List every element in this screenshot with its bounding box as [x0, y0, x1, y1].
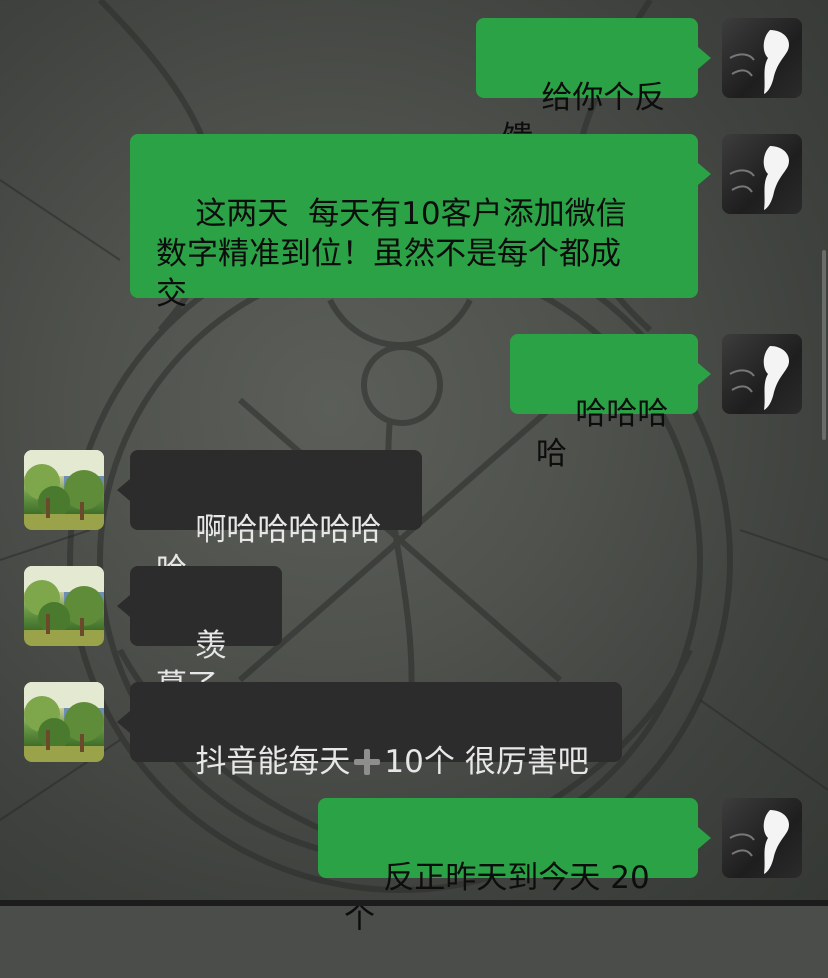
user-avatar-dark-icon [729, 810, 790, 874]
bottom-edge [0, 900, 828, 906]
message-bubble-outgoing[interactable]: 哈哈哈哈 [510, 334, 698, 472]
message-bubble-incoming[interactable]: 啊哈哈哈哈哈哈 [130, 450, 422, 588]
heavy-plus-sign-icon [354, 749, 381, 775]
self-avatar[interactable] [722, 798, 802, 878]
peer-avatar[interactable] [24, 566, 104, 646]
landscape-painting-avatar-icon [24, 566, 104, 646]
self-avatar[interactable] [722, 18, 802, 98]
bubble-tail [698, 827, 711, 849]
bubble-tail [698, 163, 711, 185]
peer-avatar[interactable] [24, 450, 104, 530]
message-bubble-incoming[interactable]: 羡慕了 [130, 566, 282, 704]
message-text-after-emoji: 10个 很厉害吧 [384, 744, 589, 780]
landscape-painting-avatar-icon [24, 450, 104, 530]
message-text: 这两天 每天有10客户添加微信 数字精准到位！虽然不是每个都成 交 [156, 196, 627, 312]
user-avatar-dark-icon [729, 146, 790, 210]
bubble-tail [117, 479, 130, 501]
message-text-before-emoji: 抖音能每天 [195, 744, 351, 780]
user-avatar-dark-icon [729, 346, 790, 410]
message-bubble-incoming[interactable]: 抖音能每天 10个 很厉害吧 [130, 682, 622, 780]
scrollbar[interactable] [822, 250, 826, 440]
self-avatar[interactable] [722, 134, 802, 214]
bubble-tail [698, 47, 711, 69]
user-avatar-dark-icon [729, 30, 790, 94]
bubble-tail [698, 363, 711, 385]
self-avatar[interactable] [722, 334, 802, 414]
bubble-tail [117, 595, 130, 617]
message-bubble-outgoing[interactable]: 这两天 每天有10客户添加微信 数字精准到位！虽然不是每个都成 交 [130, 134, 698, 312]
landscape-painting-avatar-icon [24, 682, 104, 762]
peer-avatar[interactable] [24, 682, 104, 762]
bubble-tail [117, 711, 130, 733]
message-bubble-outgoing[interactable]: 给你个反馈 [476, 18, 698, 156]
message-bubble-outgoing[interactable]: 反正昨天到今天 20个 [318, 798, 698, 936]
